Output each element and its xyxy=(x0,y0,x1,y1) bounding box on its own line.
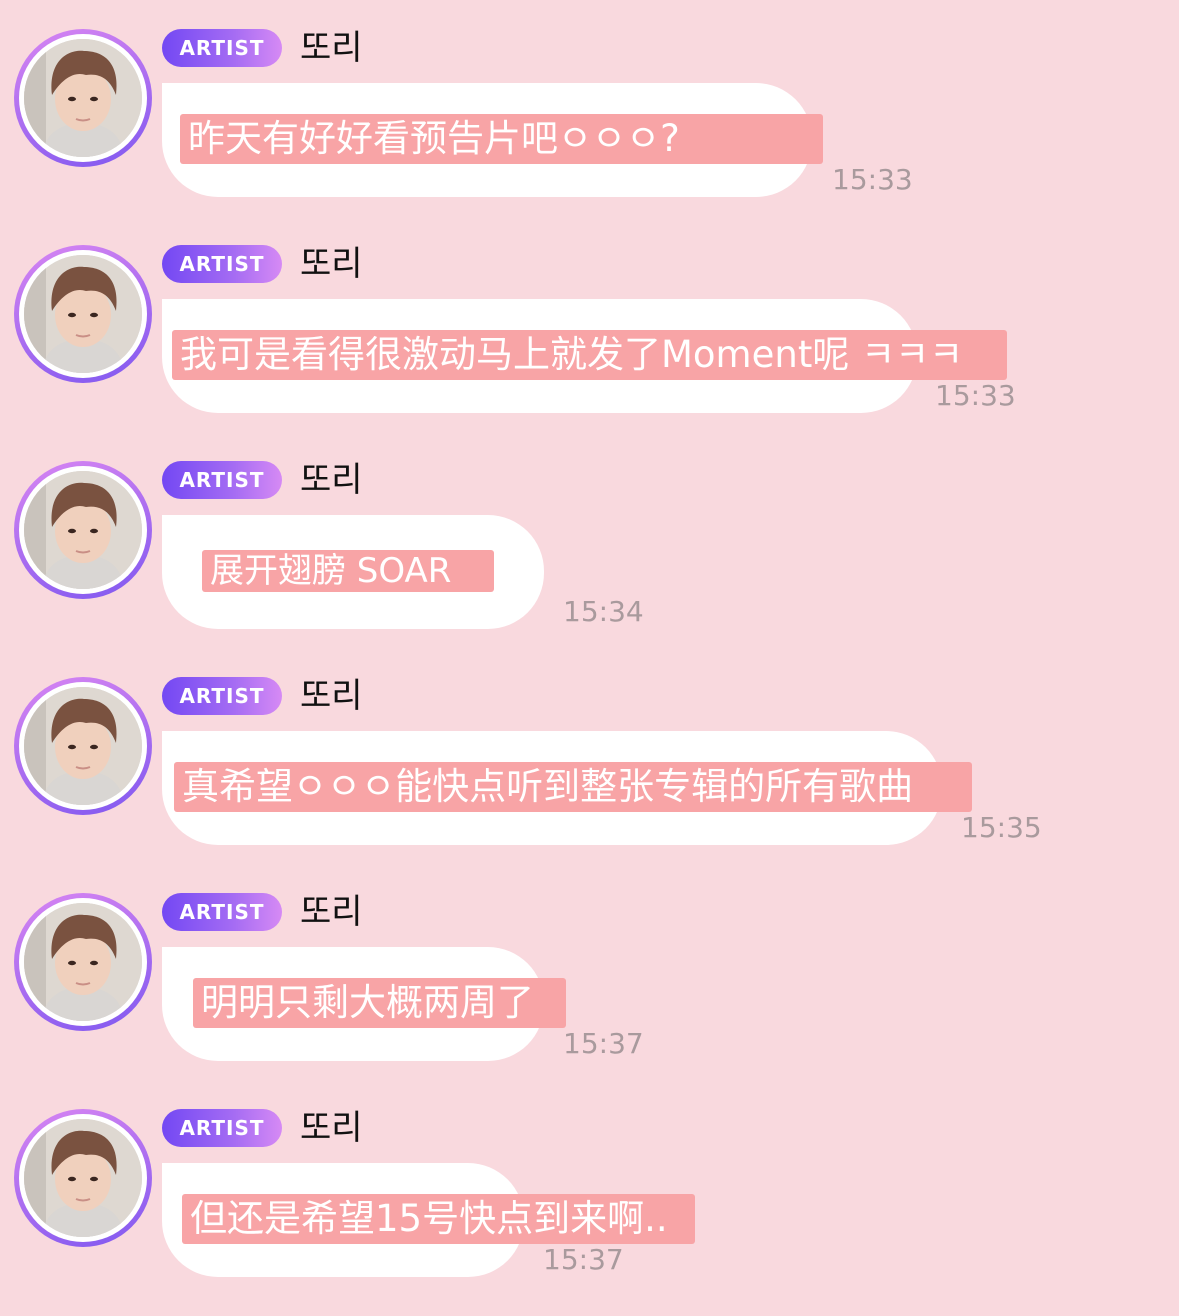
message-bubble[interactable]: 我可是看得很激动马上就发了Moment呢 ㅋㅋㅋ xyxy=(162,299,1007,413)
message-row: ARTIST 또리 但还是希望15号快点到来啊.. 15:37 xyxy=(0,1080,1179,1296)
message-bubble[interactable]: 昨天有好好看预告片吧ㅇㅇㅇ? xyxy=(162,83,823,197)
message-text: 我可是看得很激动马上就发了Moment呢 ㅋㅋㅋ xyxy=(172,330,1007,380)
sender-name[interactable]: 또리 xyxy=(300,890,363,934)
sender-name[interactable]: 또리 xyxy=(300,458,363,502)
artist-badge: ARTIST xyxy=(162,461,282,499)
message-row: ARTIST 또리 真希望ㅇㅇㅇ能快点听到整张专辑的所有歌曲 15:35 xyxy=(0,648,1179,864)
message-row: ARTIST 또리 明明只剩大概两周了 15:37 xyxy=(0,864,1179,1080)
profile-photo-icon xyxy=(24,903,142,1021)
artist-badge: ARTIST xyxy=(162,245,282,283)
message-text: 明明只剩大概两周了 xyxy=(193,978,566,1028)
message-bubble[interactable]: 展开翅膀 SOAR xyxy=(162,515,544,629)
profile-photo-icon xyxy=(24,255,142,373)
sender-name[interactable]: 또리 xyxy=(300,26,363,70)
profile-photo-icon xyxy=(24,1119,142,1237)
message-time: 15:33 xyxy=(832,163,913,196)
message-row: ARTIST 또리 展开翅膀 SOAR 15:34 xyxy=(0,432,1179,648)
message-time: 15:37 xyxy=(543,1243,624,1276)
message-time: 15:37 xyxy=(563,1027,644,1060)
message-bubble[interactable]: 明明只剩大概两周了 xyxy=(162,947,566,1061)
avatar[interactable] xyxy=(14,245,152,383)
message-text: 展开翅膀 SOAR xyxy=(202,550,494,592)
message-bubble[interactable]: 真希望ㅇㅇㅇ能快点听到整张专辑的所有歌曲 xyxy=(162,731,972,845)
message-text: 但还是希望15号快点到来啊.. xyxy=(182,1194,695,1244)
message-bubble[interactable]: 但还是希望15号快点到来啊.. xyxy=(162,1163,695,1277)
avatar[interactable] xyxy=(14,1109,152,1247)
message-text: 真希望ㅇㅇㅇ能快点听到整张专辑的所有歌曲 xyxy=(174,762,972,812)
artist-badge: ARTIST xyxy=(162,29,282,67)
sender-name[interactable]: 또리 xyxy=(300,674,363,718)
chat-list[interactable]: ARTIST 또리 昨天有好好看预告片吧ㅇㅇㅇ? 15:33 ARTIST 또리… xyxy=(0,0,1179,1316)
avatar[interactable] xyxy=(14,461,152,599)
profile-photo-icon xyxy=(24,39,142,157)
avatar[interactable] xyxy=(14,893,152,1031)
profile-photo-icon xyxy=(24,687,142,805)
avatar[interactable] xyxy=(14,677,152,815)
artist-badge: ARTIST xyxy=(162,677,282,715)
message-row: ARTIST 또리 昨天有好好看预告片吧ㅇㅇㅇ? 15:33 xyxy=(0,0,1179,216)
message-text: 昨天有好好看预告片吧ㅇㅇㅇ? xyxy=(180,114,823,164)
message-time: 15:33 xyxy=(935,379,1016,412)
sender-name[interactable]: 또리 xyxy=(300,1106,363,1150)
message-time: 15:35 xyxy=(961,811,1042,844)
profile-photo-icon xyxy=(24,471,142,589)
avatar[interactable] xyxy=(14,29,152,167)
message-row: ARTIST 또리 我可是看得很激动马上就发了Moment呢 ㅋㅋㅋ 15:33 xyxy=(0,216,1179,432)
artist-badge: ARTIST xyxy=(162,893,282,931)
artist-badge: ARTIST xyxy=(162,1109,282,1147)
sender-name[interactable]: 또리 xyxy=(300,242,363,286)
message-time: 15:34 xyxy=(563,595,644,628)
